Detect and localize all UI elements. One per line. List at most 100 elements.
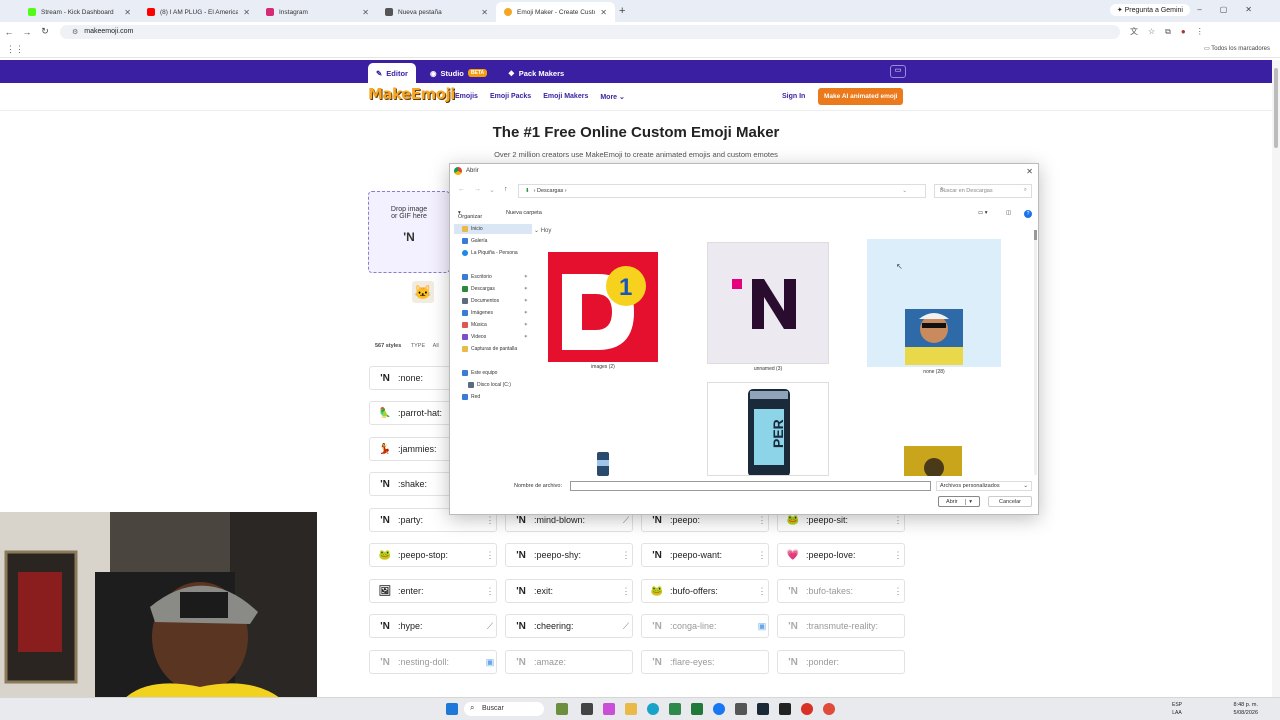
app-icon[interactable] xyxy=(556,703,568,715)
sidebar-item-network[interactable]: Red xyxy=(454,392,532,402)
language-indicator[interactable]: ESP LAA xyxy=(1172,701,1182,717)
sidebar-item-downloads[interactable]: Descargas ✶ xyxy=(454,284,532,294)
cancel-button[interactable]: Cancelar xyxy=(988,496,1032,507)
nav-more[interactable]: More ⌄ xyxy=(600,93,625,101)
close-icon[interactable]: ✕ xyxy=(124,8,131,17)
nav-emojis[interactable]: Emojis xyxy=(455,93,478,101)
sidebar-item-pictures[interactable]: Imágenes ✶ xyxy=(454,308,532,318)
preview-pane-icon[interactable]: ◫ xyxy=(1006,210,1011,216)
browser-tab[interactable]: Instagram ✕ xyxy=(258,2,377,22)
forward-icon[interactable]: → xyxy=(474,186,481,193)
emoji-style-item[interactable]: 'N:cheering: ⟋ xyxy=(505,614,633,638)
close-icon[interactable]: ✕ xyxy=(243,8,250,17)
tab-editor[interactable]: ✎ Editor xyxy=(368,63,416,83)
browser-tab[interactable]: Stream - Kick Dashboard ✕ xyxy=(20,2,139,22)
more-options-icon[interactable]: ⋮ xyxy=(620,586,632,597)
steam-icon[interactable] xyxy=(757,703,769,715)
emoji-style-item[interactable]: 💗:peepo-love: ⋮ xyxy=(777,543,905,567)
facebook-icon[interactable] xyxy=(713,703,725,715)
help-icon[interactable]: ? xyxy=(1024,210,1032,218)
menu-icon[interactable]: ⋮ xyxy=(1196,27,1204,36)
sign-in-link[interactable]: Sign In xyxy=(782,93,805,100)
dialog-scrollbar[interactable] xyxy=(1034,230,1037,475)
emoji-style-item[interactable]: 'N:amaze: xyxy=(505,650,633,674)
profile-avatar[interactable]: ● xyxy=(1181,27,1186,36)
file-item[interactable] xyxy=(574,448,632,476)
chrome-icon[interactable] xyxy=(823,703,835,715)
emoji-style-item[interactable]: 🖼:enter: ⋮ xyxy=(369,579,497,603)
back-icon[interactable]: ← xyxy=(458,186,465,193)
windows-start-icon[interactable] xyxy=(446,703,458,715)
file-item[interactable] xyxy=(904,446,962,476)
url-field[interactable]: ⚙ makeemoji.com xyxy=(60,24,1120,39)
tab-pack-makers[interactable]: ❖ Pack Makers xyxy=(500,63,572,83)
emoji-style-item[interactable]: 'N:bufo-takes: ⋮ xyxy=(777,579,905,603)
close-icon[interactable]: ✕ xyxy=(1026,167,1033,176)
close-icon[interactable]: ✕ xyxy=(362,8,369,17)
view-icon[interactable]: ▭ ▾ xyxy=(978,210,988,216)
site-info-icon[interactable]: ⚙ xyxy=(72,28,78,36)
reload-icon[interactable]: ↻ xyxy=(36,26,54,37)
apps-icon[interactable]: ⋮⋮ xyxy=(6,44,24,55)
close-icon[interactable]: ✕ xyxy=(481,8,488,17)
sidebar-item-gallery[interactable]: Galería xyxy=(454,236,532,246)
more-options-icon[interactable]: ⋮ xyxy=(756,515,768,526)
more-options-icon[interactable]: ⋮ xyxy=(484,550,496,561)
emoji-style-item[interactable]: 'N:ponder: xyxy=(777,650,905,674)
nav-emoji-packs[interactable]: Emoji Packs xyxy=(490,93,531,101)
chevron-down-icon[interactable]: ⌄ xyxy=(902,188,907,194)
more-options-icon[interactable]: ⋮ xyxy=(892,515,904,526)
emoji-style-item[interactable]: 'N:peepo-want: ⋮ xyxy=(641,543,769,567)
translate-icon[interactable]: 文 xyxy=(1130,26,1138,37)
all-bookmarks[interactable]: ▭ Todos los marcadores xyxy=(1204,45,1270,52)
sample-image-thumb[interactable]: 🐱 xyxy=(412,281,434,303)
browser-tab[interactable]: (8) I AM PLUG - El America... ✕ xyxy=(139,2,258,22)
emoji-style-item[interactable]: 'N:transmute-reality: xyxy=(777,614,905,638)
more-options-icon[interactable]: ⋮ xyxy=(484,586,496,597)
excel-icon[interactable] xyxy=(691,703,703,715)
clock[interactable]: 8:48 p. m. 5/08/2026 xyxy=(1234,701,1258,717)
chrome-icon[interactable] xyxy=(801,703,813,715)
sidebar-item-screenshots[interactable]: Capturas de pantalla xyxy=(454,344,532,354)
taskbar-search[interactable]: ⌕ Buscar xyxy=(464,702,544,716)
copilot-icon[interactable] xyxy=(603,703,615,715)
breadcrumb[interactable]: ⬇ › Descargas › ⌄ ↻ xyxy=(518,184,945,198)
site-logo[interactable]: MakeEmoji xyxy=(368,85,455,103)
more-options-icon[interactable]: ⋮ xyxy=(756,550,768,561)
extensions-icon[interactable]: ⧉ xyxy=(1165,27,1171,37)
open-button[interactable]: Abrir ▾ xyxy=(938,496,980,507)
file-item[interactable]: 1 images (2) xyxy=(548,252,658,370)
sidebar-item-onedrive[interactable]: La Piquiña - Persona xyxy=(454,248,532,258)
store-icon[interactable] xyxy=(669,703,681,715)
browser-tab-active[interactable]: Emoji Maker - Create Custom E... ✕ xyxy=(496,2,615,22)
new-folder-button[interactable]: Nueva carpeta xyxy=(506,210,542,216)
page-scrollbar[interactable] xyxy=(1272,60,1280,697)
file-explorer-icon[interactable] xyxy=(625,703,637,715)
back-icon[interactable]: ← xyxy=(0,27,18,37)
new-tab-button[interactable]: + xyxy=(619,5,625,17)
organize-button[interactable]: Organizar ▾ xyxy=(458,210,482,220)
tab-studio[interactable]: ◉ Studio BETA xyxy=(422,63,495,83)
browser-tab[interactable]: Nueva pestaña ✕ xyxy=(377,2,496,22)
type-filter-value[interactable]: All xyxy=(433,343,439,349)
file-item[interactable]: PER xyxy=(707,382,829,476)
image-dropzone[interactable]: Drop image or GIF here 'N xyxy=(368,191,450,273)
nav-emoji-makers[interactable]: Emoji Makers xyxy=(543,93,588,101)
emoji-style-item[interactable]: 🐸:peepo-stop: ⋮ xyxy=(369,543,497,567)
file-item-hovered[interactable]: none (28) xyxy=(867,239,1001,375)
terminal-icon[interactable] xyxy=(779,703,791,715)
filename-input[interactable] xyxy=(570,481,931,491)
breadcrumb-folder[interactable]: Descargas xyxy=(537,188,563,194)
emoji-style-item[interactable]: 'N:flare-eyes: xyxy=(641,650,769,674)
task-view-icon[interactable] xyxy=(581,703,593,715)
up-icon[interactable]: ↑ xyxy=(504,186,508,193)
sidebar-item-music[interactable]: Música ✶ xyxy=(454,320,532,330)
bookmark-star-icon[interactable]: ☆ xyxy=(1148,27,1155,36)
scrollbar-thumb[interactable] xyxy=(1034,230,1037,240)
close-icon[interactable]: ✕ xyxy=(600,8,607,17)
edge-icon[interactable] xyxy=(647,703,659,715)
app-icon[interactable] xyxy=(735,703,747,715)
emoji-style-item[interactable]: 'N:conga-line: ▣ xyxy=(641,614,769,638)
scrollbar-thumb[interactable] xyxy=(1274,68,1278,148)
sidebar-item-local-disk[interactable]: Disco local (C:) xyxy=(454,380,532,390)
